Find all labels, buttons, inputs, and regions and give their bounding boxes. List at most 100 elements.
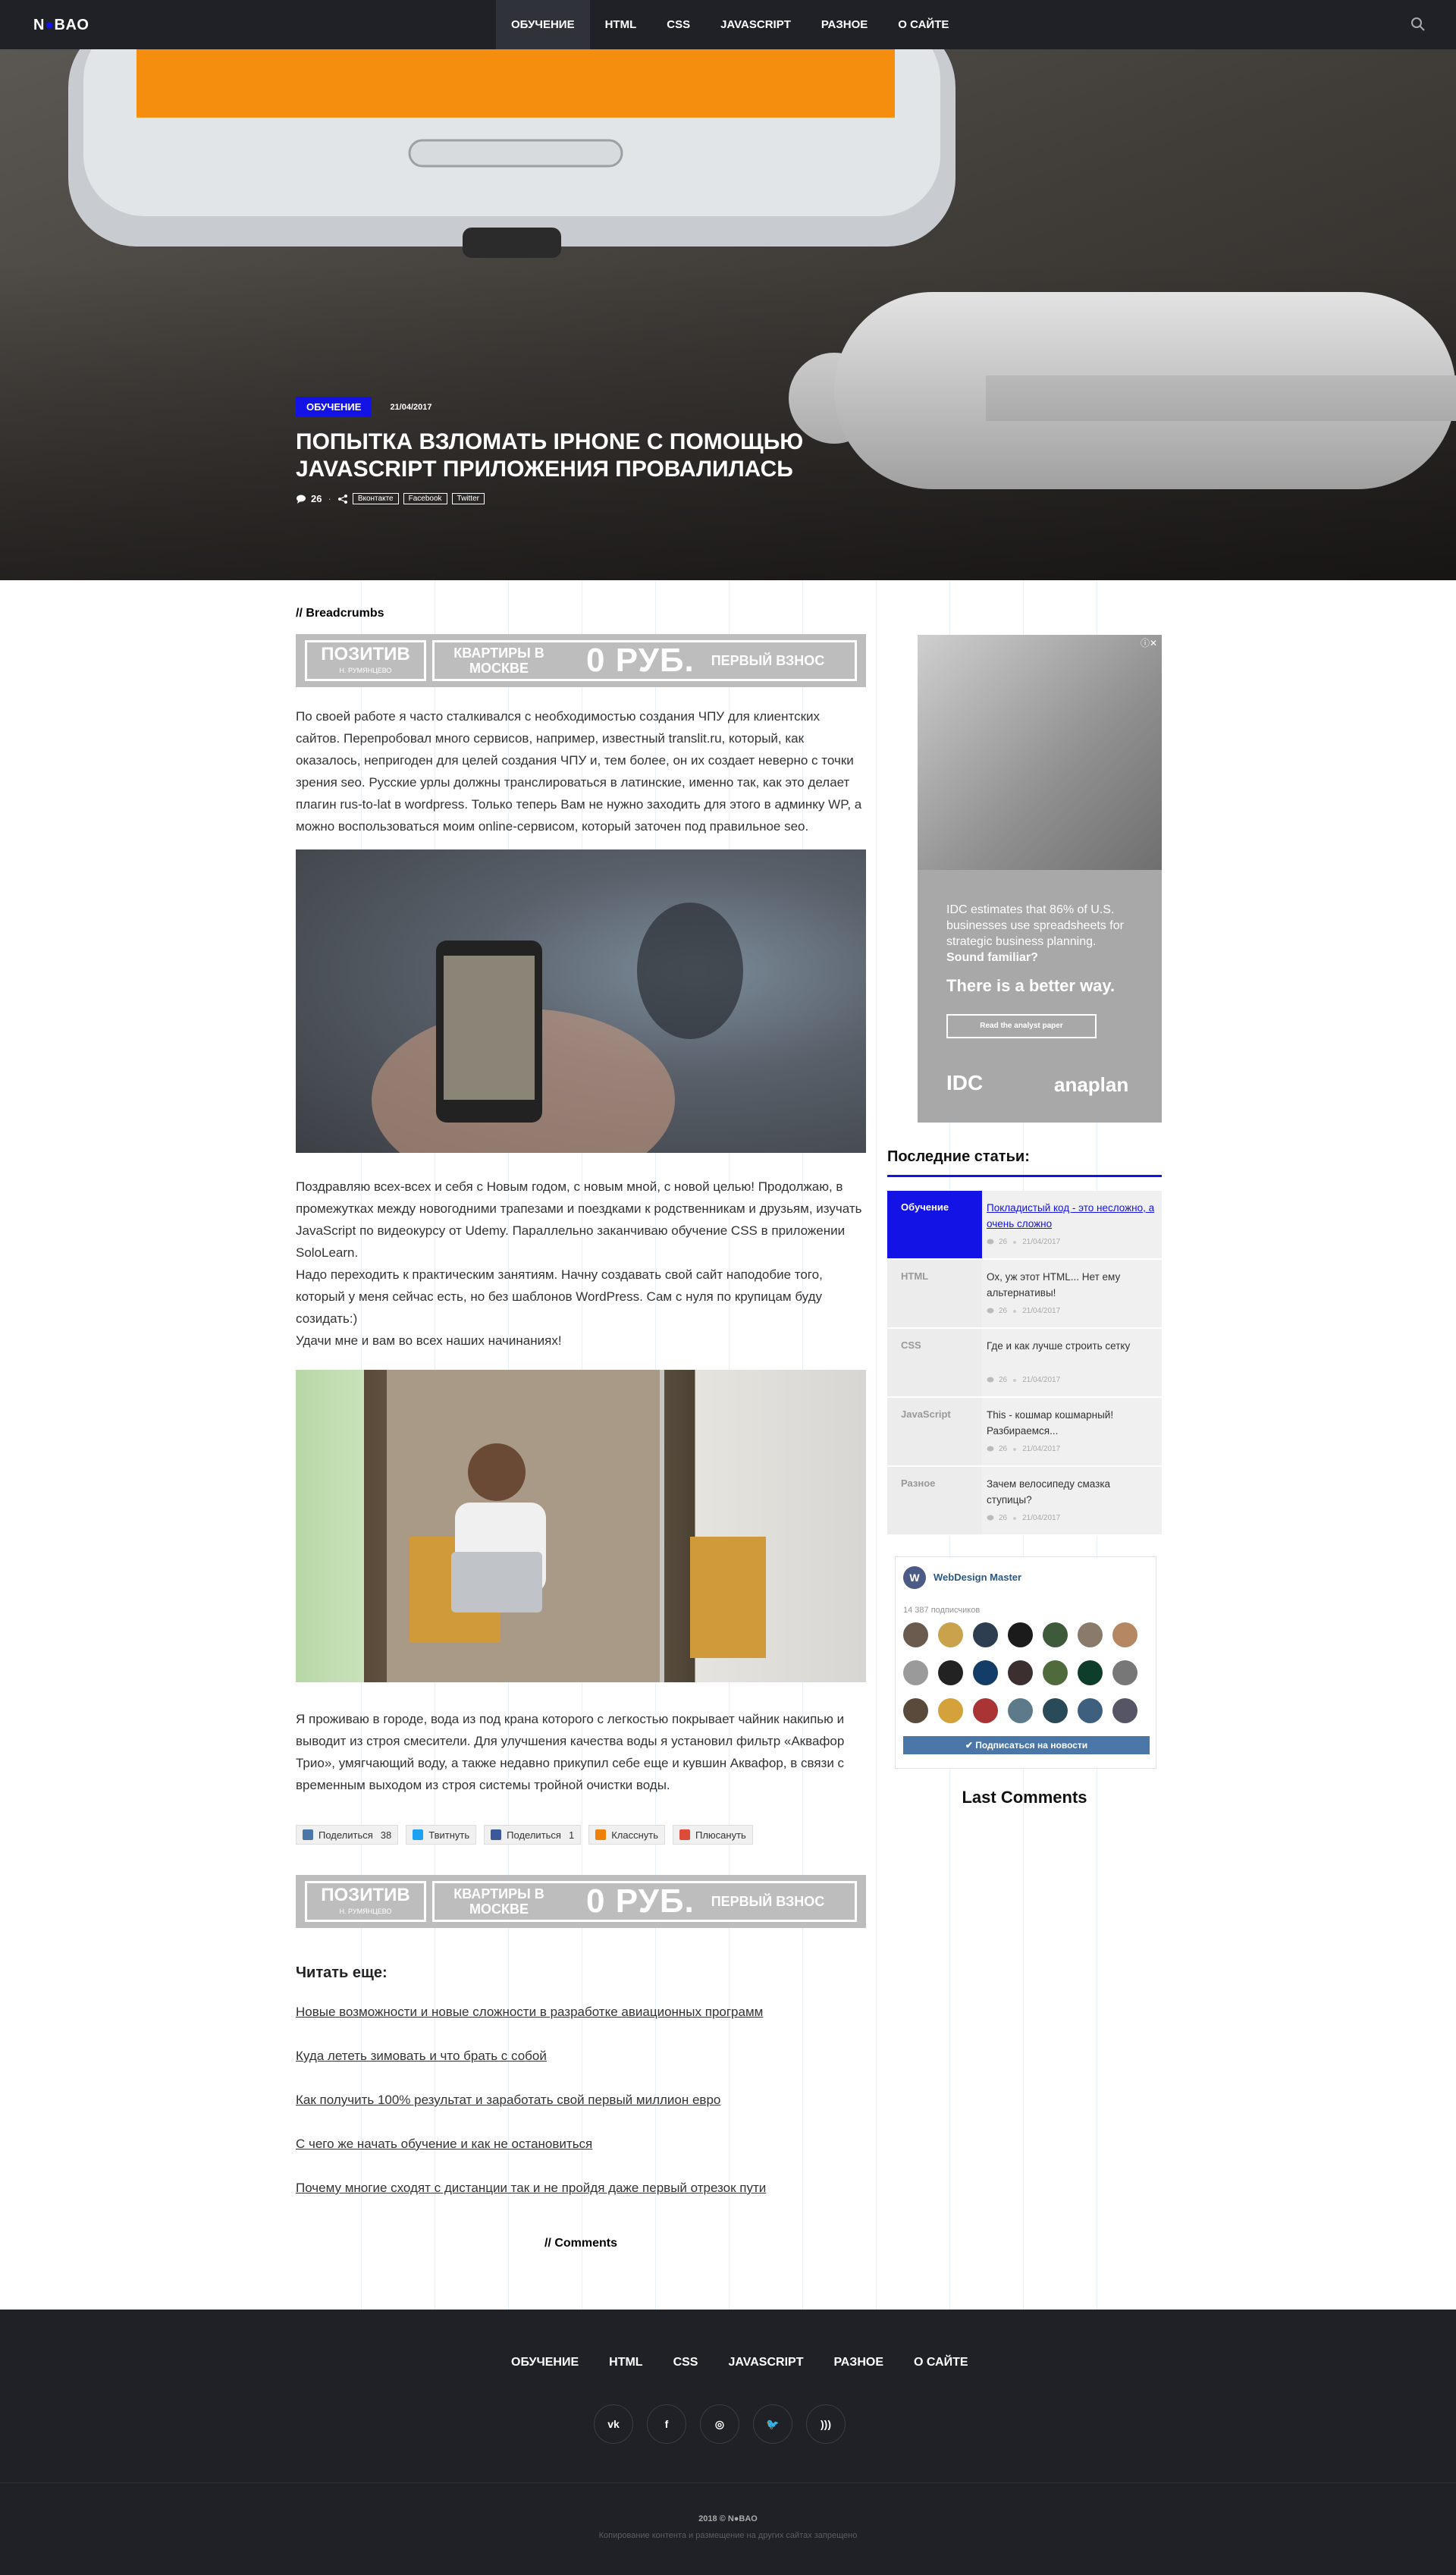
nav-item-2[interactable]: CSS: [651, 0, 705, 49]
separator-dot: [1013, 1240, 1017, 1244]
share-vk-button[interactable]: Вконтакте: [352, 493, 399, 504]
separator-dot: [1013, 1378, 1017, 1382]
separator-dot: [1013, 1309, 1017, 1313]
share-facebook-button[interactable]: Facebook: [403, 493, 447, 504]
share-count: 38: [380, 1829, 392, 1841]
ad-text: IDC estimates that 86% of U.S. businesse…: [946, 903, 1124, 964]
subscriber-avatar[interactable]: [973, 1622, 998, 1647]
read-more-link[interactable]: Как получить 100% результат и заработать…: [296, 2087, 866, 2114]
latest-post-title[interactable]: Покладистый код - это несложно, а очень …: [987, 1200, 1157, 1232]
ad-banner-top[interactable]: ПОЗИТИВ Н. РУМЯНЦЕВО Квартиры в Москве 0 …: [296, 634, 866, 687]
separator-dot: ·: [328, 493, 331, 504]
subscriber-avatar[interactable]: [1043, 1698, 1068, 1723]
latest-post-item[interactable]: JavaScript This - кошмар кошмарный! Разби…: [887, 1398, 1162, 1467]
nav-item-1[interactable]: HTML: [590, 0, 652, 49]
ad-banner-bottom[interactable]: ПОЗИТИВ Н. РУМЯНЦЕВО Квартиры в Москве 0 …: [296, 1875, 866, 1928]
subscriber-avatar[interactable]: [938, 1660, 963, 1685]
ad-headline: There is a better way.: [946, 976, 1116, 995]
share-twitter-button[interactable]: Twitter: [451, 493, 485, 504]
subscriber-avatar[interactable]: [1078, 1622, 1103, 1647]
comment-count: 26: [999, 1445, 1008, 1453]
share-button-0[interactable]: Поделиться 38: [296, 1825, 399, 1845]
twitter-icon: [413, 1829, 424, 1840]
subscriber-avatar[interactable]: [903, 1660, 928, 1685]
subscriber-avatar[interactable]: [973, 1698, 998, 1723]
latest-posts-list: Обучение Покладистый код - это несложно, …: [887, 1191, 1162, 1536]
facebook-icon[interactable]: f: [647, 2404, 686, 2444]
instagram-icon[interactable]: ◎: [700, 2404, 739, 2444]
read-more-link[interactable]: С чего же начать обучение и как не остан…: [296, 2131, 866, 2158]
read-more-link[interactable]: Почему многие сходят с дистанции так и н…: [296, 2175, 866, 2202]
subscriber-avatar[interactable]: [1078, 1660, 1103, 1685]
subscriber-avatars: [903, 1622, 1153, 1736]
subscriber-avatar[interactable]: [1043, 1660, 1068, 1685]
share-button-4[interactable]: Плюсануть: [673, 1825, 753, 1845]
subscriber-avatar[interactable]: [903, 1698, 928, 1723]
latest-post-title[interactable]: Зачем велосипеду смазка ступицы?: [987, 1476, 1157, 1508]
ad-close-icon[interactable]: ⓘ✕: [1141, 636, 1157, 649]
subscriber-avatar[interactable]: [1112, 1660, 1138, 1685]
footer-nav-item-3[interactable]: JAVASCRIPT: [713, 2354, 818, 2372]
ad-cta-button[interactable]: Read the analyst paper: [946, 1014, 1097, 1038]
search-icon[interactable]: [1410, 17, 1426, 32]
subscriber-avatar[interactable]: [1112, 1698, 1138, 1723]
separator-dot: [1013, 1516, 1017, 1520]
subscriber-avatar[interactable]: [1008, 1698, 1033, 1723]
footer-nav-item-0[interactable]: ОБУЧЕНИЕ: [496, 2354, 594, 2372]
latest-post-item[interactable]: Разное Зачем велосипеду смазка ступицы? 26…: [887, 1467, 1162, 1536]
nav-item-4[interactable]: РАЗНОЕ: [806, 0, 883, 49]
comment-icon: [987, 1515, 994, 1521]
post-date: 21/04/2017: [1022, 1376, 1061, 1384]
google-plus-icon: [679, 1829, 690, 1840]
subscriber-avatar[interactable]: [1078, 1698, 1103, 1723]
facebook-icon: [491, 1829, 502, 1840]
latest-post-category[interactable]: CSS: [887, 1329, 982, 1396]
latest-post-item[interactable]: CSS Где и как лучше строить сетку 26 21/04/…: [887, 1329, 1162, 1398]
footer-nav-item-1[interactable]: HTML: [594, 2354, 657, 2372]
latest-post-title[interactable]: This - кошмар кошмарный! Разбираемся...: [987, 1407, 1157, 1439]
latest-post-category[interactable]: Разное: [887, 1467, 982, 1534]
twitter-icon[interactable]: 🐦: [753, 2404, 792, 2444]
nav-item-3[interactable]: JAVASCRIPT: [705, 0, 806, 49]
latest-post-title[interactable]: Ох, уж этот HTML... Нет ему альтернативы…: [987, 1269, 1157, 1301]
site-logo[interactable]: N●BAO: [33, 17, 89, 34]
subscriber-avatar[interactable]: [1008, 1622, 1033, 1647]
rss-icon[interactable]: ))): [806, 2404, 846, 2444]
subscriber-avatar[interactable]: [1008, 1660, 1033, 1685]
community-avatar[interactable]: W: [903, 1566, 926, 1589]
share-button-3[interactable]: Класснуть: [588, 1825, 665, 1845]
subscriber-avatar[interactable]: [903, 1622, 928, 1647]
subscriber-avatar[interactable]: [938, 1622, 963, 1647]
separator-dot: [1013, 1447, 1017, 1451]
ad-brand: ПОЗИТИВ Н. РУМЯНЦЕВО: [305, 1881, 426, 1922]
sidebar-ad[interactable]: ⓘ✕ IDC estimates that 86% of U.S. busine…: [918, 635, 1162, 1123]
community-name[interactable]: WebDesign Master: [934, 1572, 1021, 1583]
copyright-note: Копирование контента и размещение на дру…: [598, 2531, 858, 2540]
latest-post-category[interactable]: Обучение: [887, 1191, 982, 1258]
latest-post-item[interactable]: HTML Ох, уж этот HTML... Нет ему альтерна…: [887, 1260, 1162, 1329]
nav-item-5[interactable]: О САЙТЕ: [883, 0, 964, 49]
subscriber-avatar[interactable]: [1043, 1622, 1068, 1647]
subscriber-avatar[interactable]: [973, 1660, 998, 1685]
footer-nav-item-4[interactable]: РАЗНОЕ: [818, 2354, 899, 2372]
latest-post-category[interactable]: HTML: [887, 1260, 982, 1327]
vk-icon[interactable]: vk: [594, 2404, 633, 2444]
latest-post-title[interactable]: Где и как лучше строить сетку: [987, 1338, 1157, 1370]
footer-nav-item-5[interactable]: О САЙТЕ: [899, 2354, 984, 2372]
footer-nav-item-2[interactable]: CSS: [658, 2354, 714, 2372]
subscriber-avatar[interactable]: [1112, 1622, 1138, 1647]
category-badge[interactable]: Обучение: [296, 397, 372, 417]
comment-count: 26: [999, 1307, 1008, 1315]
subscriber-avatar[interactable]: [938, 1698, 963, 1723]
last-comments-heading: Last Comments: [962, 1788, 1087, 1807]
subscribe-button[interactable]: ✔ Подписаться на новости: [903, 1736, 1150, 1754]
share-button-2[interactable]: Поделиться 1: [484, 1825, 582, 1845]
article-image-phone: [296, 849, 866, 1153]
share-button-1[interactable]: Твитнуть: [406, 1825, 477, 1845]
latest-post-item[interactable]: Обучение Покладистый код - это несложно, …: [887, 1191, 1162, 1260]
read-more-link[interactable]: Куда лететь зимовать и что брать с собой: [296, 2043, 866, 2070]
article-paragraph: Поздравляю всех-всех и себя с Новым годо…: [296, 1179, 862, 1348]
nav-item-0[interactable]: ОБУЧЕНИЕ: [496, 0, 590, 49]
latest-post-category[interactable]: JavaScript: [887, 1398, 982, 1465]
read-more-link[interactable]: Новые возможности и новые сложности в ра…: [296, 1999, 866, 2026]
